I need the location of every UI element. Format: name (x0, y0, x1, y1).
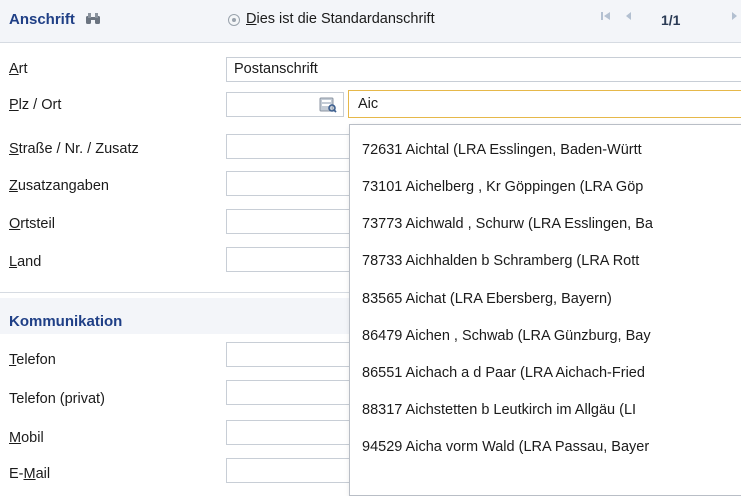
strasse-input[interactable] (226, 134, 366, 159)
kommunikation-title: Kommunikation (9, 313, 123, 330)
email-label: E-Mail (9, 465, 50, 483)
accel-char: O (9, 216, 21, 232)
autocomplete-option[interactable]: 86479 Aichen , Schwab (LRA Günzburg, Bay (362, 328, 651, 344)
ortsteil-input[interactable] (226, 209, 366, 234)
strasse-label: Straße / Nr. / Zusatz (9, 140, 139, 158)
autocomplete-option[interactable]: 94529 Aicha vorm Wald (LRA Passau, Bayer (362, 439, 649, 455)
telefon-privat-input[interactable] (226, 380, 366, 405)
previous-page-icon[interactable] (623, 10, 633, 25)
anschrift-title: Anschrift (9, 11, 101, 30)
accel-char: M (9, 430, 22, 446)
telefon-label-text: elefon (16, 352, 56, 368)
zusatzangaben-label: Zusatzangaben (9, 177, 109, 195)
strasse-label-text: traße / Nr. / Zusatz (18, 141, 139, 157)
accel-char: A (9, 61, 19, 77)
autocomplete-option[interactable]: 86551 Aichach a d Paar (LRA Aichach-Frie… (362, 365, 645, 381)
accel-char: L (9, 254, 18, 270)
accel-char: S (9, 141, 19, 157)
email-label-prefix: E- (9, 466, 24, 482)
art-value: Postanschrift (234, 61, 318, 77)
plz-ort-label-text: lz / Ort (18, 97, 62, 113)
art-field[interactable]: Postanschrift (226, 57, 741, 82)
autocomplete-option[interactable]: 88317 Aichstetten b Leutkirch im Allgäu … (362, 402, 636, 418)
mobil-label: Mobil (9, 429, 44, 447)
standard-address-radio[interactable] (228, 14, 240, 26)
autocomplete-option[interactable]: 73101 Aichelberg , Kr Göppingen (LRA Göp (362, 179, 643, 195)
address-book-icon[interactable] (319, 97, 337, 118)
land-label: Land (9, 253, 41, 271)
land-input[interactable] (226, 247, 366, 272)
city-autocomplete-dropdown[interactable]: 72631 Aichtal (LRA Esslingen, Baden-Würt… (349, 124, 741, 496)
art-label: Art (9, 60, 28, 78)
ortsteil-label: Ortsteil (9, 215, 55, 233)
art-label-text: rt (18, 61, 28, 77)
page-position: 1/1 (661, 12, 681, 28)
plz-input[interactable] (226, 92, 344, 117)
plz-ort-label: Plz / Ort (9, 96, 61, 114)
first-page-icon[interactable] (600, 10, 612, 25)
telefon-input[interactable] (226, 342, 366, 367)
standard-address-text: ies ist die Standardanschrift (256, 11, 435, 27)
accel-char: D (246, 11, 257, 27)
ortsteil-label-text: rtsteil (20, 216, 55, 232)
autocomplete-option[interactable]: 73773 Aichwald , Schurw (LRA Esslingen, … (362, 216, 653, 232)
autocomplete-option[interactable]: 72631 Aichtal (LRA Esslingen, Baden-Würt… (362, 142, 642, 158)
accel-char: P (9, 97, 19, 113)
next-page-icon[interactable] (730, 10, 740, 25)
header-divider (0, 42, 741, 43)
mobil-label-text: obil (21, 430, 44, 446)
ort-input[interactable]: Aic (348, 90, 741, 118)
email-label-text: ail (35, 466, 51, 482)
standard-address-label[interactable]: Dies ist die Standardanschrift (246, 11, 435, 27)
binoculars-icon (85, 12, 101, 30)
ort-value: Aic (358, 96, 379, 112)
email-input[interactable] (226, 458, 366, 483)
zusatzangaben-input[interactable] (226, 171, 366, 196)
telefon-label: Telefon (9, 351, 56, 369)
zusatzangaben-label-text: usatzangaben (17, 178, 109, 194)
autocomplete-option[interactable]: 83565 Aichat (LRA Ebersberg, Bayern) (362, 291, 612, 307)
mobil-input[interactable] (226, 420, 366, 445)
autocomplete-option[interactable]: 78733 Aichhalden b Schramberg (LRA Rott (362, 253, 639, 269)
land-label-text: and (17, 254, 42, 270)
accel-char: Z (9, 178, 18, 194)
accel-char: M (23, 466, 36, 482)
telefon-privat-label: Telefon (privat) (9, 391, 105, 407)
anschrift-title-text: Anschrift (9, 11, 75, 28)
